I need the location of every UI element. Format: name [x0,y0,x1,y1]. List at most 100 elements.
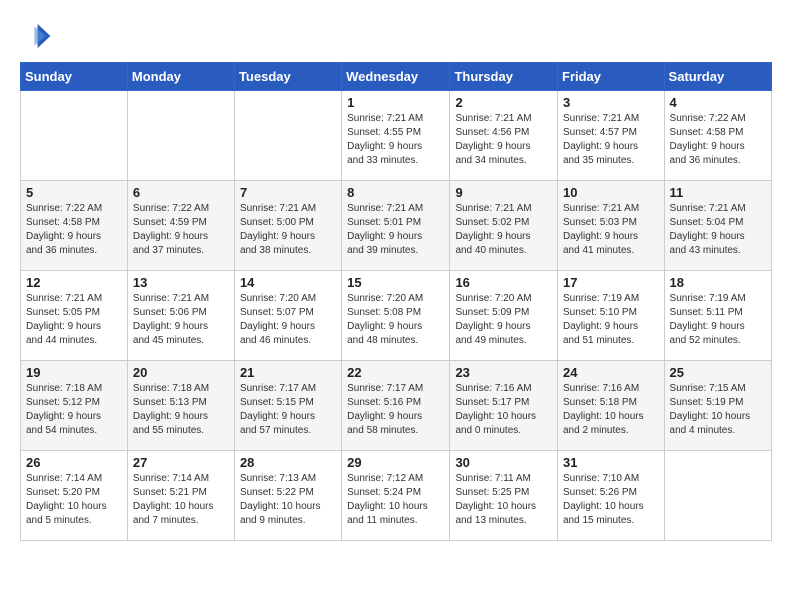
day-number: 4 [670,95,766,110]
calendar-cell: 6Sunrise: 7:22 AM Sunset: 4:59 PM Daylig… [127,181,234,271]
day-number: 26 [26,455,122,470]
day-number: 15 [347,275,444,290]
calendar-cell: 29 Sunrise: 7:12 AM Sunset: 5:24 PM Dayli… [342,451,450,541]
weekday-header-sunday: Sunday [21,63,128,91]
day-number: 20 [133,365,229,380]
day-info: Sunrise: 7:20 AM Sunset: 5:09 PM Dayligh… [455,292,552,348]
day-info: Sunrise: 7:17 AM Sunset: 5:16 PM Dayligh… [347,382,444,438]
day-number: 19 [26,365,122,380]
day-number: 24 [563,365,659,380]
calendar-cell: 21 Sunrise: 7:17 AM Sunset: 5:15 PM Dayli… [234,361,341,451]
week-row-2: 12Sunrise: 7:21 AM Sunset: 5:05 PM Dayli… [21,271,772,361]
day-number: 30 [455,455,552,470]
day-info: Sunrise: 7:21 AM Sunset: 4:56 PM Dayligh… [455,112,552,168]
header [20,20,772,52]
day-info: Sunrise: 7:18 AM Sunset: 5:12 PM Dayligh… [26,382,122,438]
day-info: Sunrise: 7:16 AM Sunset: 5:18 PM Dayligh… [563,382,659,438]
day-info: Sunrise: 7:21 AM Sunset: 5:04 PM Dayligh… [670,202,766,258]
day-info: Sunrise: 7:19 AM Sunset: 5:10 PM Dayligh… [563,292,659,348]
day-info: Sunrise: 7:21 AM Sunset: 4:57 PM Dayligh… [563,112,659,168]
calendar-cell: 20 Sunrise: 7:18 AM Sunset: 5:13 PM Dayli… [127,361,234,451]
day-number: 13 [133,275,229,290]
day-info: Sunrise: 7:20 AM Sunset: 5:07 PM Dayligh… [240,292,336,348]
day-number: 5 [26,185,122,200]
day-info: Sunrise: 7:21 AM Sunset: 5:06 PM Dayligh… [133,292,229,348]
page-container: SundayMondayTuesdayWednesdayThursdayFrid… [20,20,772,541]
calendar-cell: 3 Sunrise: 7:21 AM Sunset: 4:57 PM Daylig… [558,91,665,181]
calendar-cell: 10Sunrise: 7:21 AM Sunset: 5:03 PM Dayli… [558,181,665,271]
day-info: Sunrise: 7:18 AM Sunset: 5:13 PM Dayligh… [133,382,229,438]
day-number: 18 [670,275,766,290]
calendar-cell: 31 Sunrise: 7:10 AM Sunset: 5:26 PM Dayli… [558,451,665,541]
week-row-1: 5 Sunrise: 7:22 AM Sunset: 4:58 PM Daylig… [21,181,772,271]
calendar-table: SundayMondayTuesdayWednesdayThursdayFrid… [20,62,772,541]
day-number: 16 [455,275,552,290]
day-info: Sunrise: 7:15 AM Sunset: 5:19 PM Dayligh… [670,382,766,438]
day-number: 29 [347,455,444,470]
calendar-cell: 9 Sunrise: 7:21 AM Sunset: 5:02 PM Daylig… [450,181,558,271]
logo-icon [20,20,52,52]
calendar-cell: 13 Sunrise: 7:21 AM Sunset: 5:06 PM Dayli… [127,271,234,361]
day-number: 21 [240,365,336,380]
day-number: 8 [347,185,444,200]
calendar-cell: 5 Sunrise: 7:22 AM Sunset: 4:58 PM Daylig… [21,181,128,271]
day-number: 2 [455,95,552,110]
day-info: Sunrise: 7:14 AM Sunset: 5:20 PM Dayligh… [26,472,122,528]
day-info: Sunrise: 7:22 AM Sunset: 4:59 PM Dayligh… [133,202,229,258]
calendar-cell: 1 Sunrise: 7:21 AM Sunset: 4:55 PM Daylig… [342,91,450,181]
day-number: 7 [240,185,336,200]
day-info: Sunrise: 7:12 AM Sunset: 5:24 PM Dayligh… [347,472,444,528]
day-number: 22 [347,365,444,380]
weekday-header-monday: Monday [127,63,234,91]
day-info: Sunrise: 7:20 AM Sunset: 5:08 PM Dayligh… [347,292,444,348]
day-number: 31 [563,455,659,470]
weekday-header-wednesday: Wednesday [342,63,450,91]
day-number: 27 [133,455,229,470]
calendar-cell: 24 Sunrise: 7:16 AM Sunset: 5:18 PM Dayli… [558,361,665,451]
day-info: Sunrise: 7:17 AM Sunset: 5:15 PM Dayligh… [240,382,336,438]
calendar-cell [127,91,234,181]
calendar-cell [664,451,771,541]
day-number: 11 [670,185,766,200]
calendar-cell: 28Sunrise: 7:13 AM Sunset: 5:22 PM Dayli… [234,451,341,541]
day-number: 3 [563,95,659,110]
day-info: Sunrise: 7:11 AM Sunset: 5:25 PM Dayligh… [455,472,552,528]
day-number: 17 [563,275,659,290]
day-number: 14 [240,275,336,290]
calendar-cell: 17 Sunrise: 7:19 AM Sunset: 5:10 PM Dayli… [558,271,665,361]
calendar-cell: 26 Sunrise: 7:14 AM Sunset: 5:20 PM Dayli… [21,451,128,541]
day-info: Sunrise: 7:22 AM Sunset: 4:58 PM Dayligh… [26,202,122,258]
day-info: Sunrise: 7:21 AM Sunset: 5:02 PM Dayligh… [455,202,552,258]
day-number: 1 [347,95,444,110]
day-info: Sunrise: 7:19 AM Sunset: 5:11 PM Dayligh… [670,292,766,348]
calendar-cell [21,91,128,181]
calendar-cell: 11 Sunrise: 7:21 AM Sunset: 5:04 PM Dayli… [664,181,771,271]
day-info: Sunrise: 7:21 AM Sunset: 5:05 PM Dayligh… [26,292,122,348]
calendar-cell: 12Sunrise: 7:21 AM Sunset: 5:05 PM Dayli… [21,271,128,361]
calendar-cell: 30 Sunrise: 7:11 AM Sunset: 5:25 PM Dayli… [450,451,558,541]
day-info: Sunrise: 7:21 AM Sunset: 5:00 PM Dayligh… [240,202,336,258]
calendar-cell: 2 Sunrise: 7:21 AM Sunset: 4:56 PM Daylig… [450,91,558,181]
weekday-header-tuesday: Tuesday [234,63,341,91]
day-info: Sunrise: 7:10 AM Sunset: 5:26 PM Dayligh… [563,472,659,528]
calendar-cell: 15 Sunrise: 7:20 AM Sunset: 5:08 PM Dayli… [342,271,450,361]
day-info: Sunrise: 7:13 AM Sunset: 5:22 PM Dayligh… [240,472,336,528]
calendar-cell: 14 Sunrise: 7:20 AM Sunset: 5:07 PM Dayli… [234,271,341,361]
calendar-cell: 18 Sunrise: 7:19 AM Sunset: 5:11 PM Dayli… [664,271,771,361]
logo [20,20,56,52]
calendar-cell: 16 Sunrise: 7:20 AM Sunset: 5:09 PM Dayli… [450,271,558,361]
weekday-header-row: SundayMondayTuesdayWednesdayThursdayFrid… [21,63,772,91]
day-info: Sunrise: 7:21 AM Sunset: 4:55 PM Dayligh… [347,112,444,168]
weekday-header-saturday: Saturday [664,63,771,91]
week-row-3: 19 Sunrise: 7:18 AM Sunset: 5:12 PM Dayli… [21,361,772,451]
day-info: Sunrise: 7:21 AM Sunset: 5:03 PM Dayligh… [563,202,659,258]
calendar-cell: 25 Sunrise: 7:15 AM Sunset: 5:19 PM Dayli… [664,361,771,451]
day-number: 25 [670,365,766,380]
calendar-cell: 7 Sunrise: 7:21 AM Sunset: 5:00 PM Daylig… [234,181,341,271]
day-number: 9 [455,185,552,200]
calendar-cell: 27Sunrise: 7:14 AM Sunset: 5:21 PM Dayli… [127,451,234,541]
day-info: Sunrise: 7:22 AM Sunset: 4:58 PM Dayligh… [670,112,766,168]
day-number: 23 [455,365,552,380]
calendar-cell: 19 Sunrise: 7:18 AM Sunset: 5:12 PM Dayli… [21,361,128,451]
weekday-header-thursday: Thursday [450,63,558,91]
